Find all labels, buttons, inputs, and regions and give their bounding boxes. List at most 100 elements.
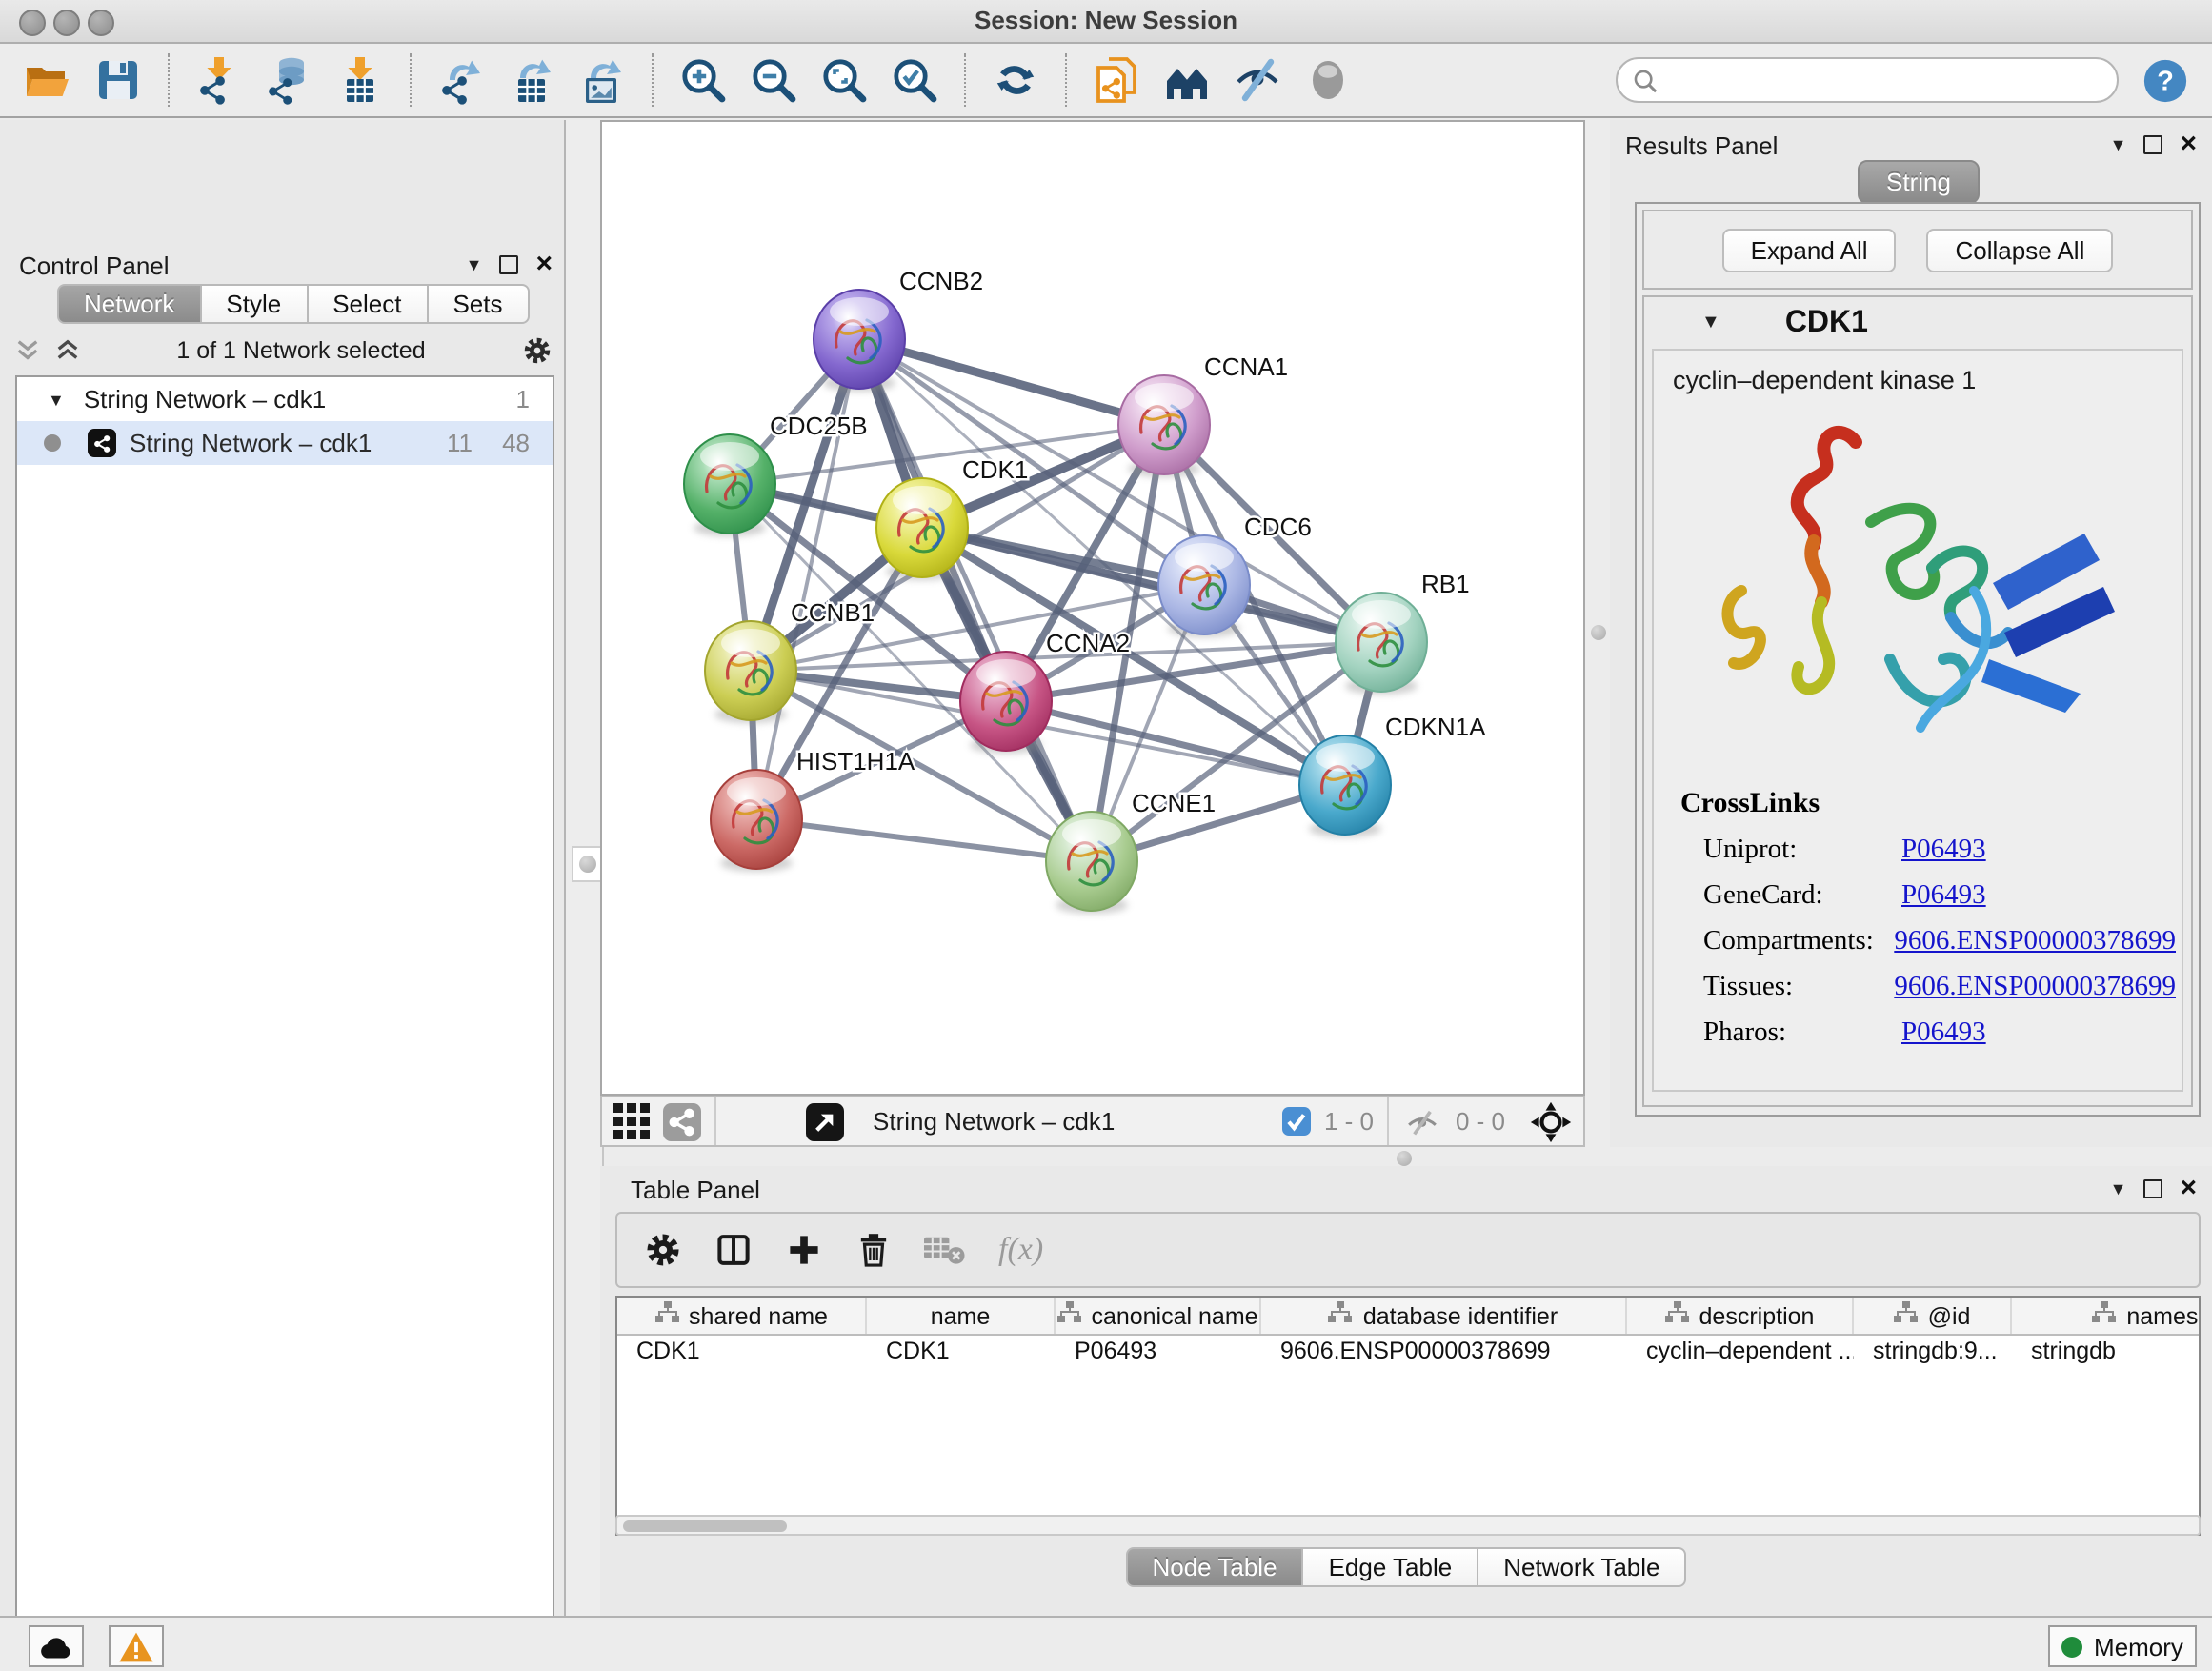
open-session-icon[interactable] bbox=[23, 55, 72, 105]
expand-all-icon[interactable] bbox=[55, 339, 80, 362]
network-node-RB1[interactable] bbox=[1336, 593, 1427, 695]
toggle-column-icon[interactable] bbox=[714, 1231, 753, 1269]
network-row-selected[interactable]: String Network – cdk1 11 48 bbox=[17, 421, 553, 465]
crosslink-genecard-[interactable]: P06493 bbox=[1901, 880, 1986, 913]
table-horizontal-scrollbar[interactable] bbox=[615, 1515, 2201, 1536]
gene-section-header[interactable]: ▼ CDK1 bbox=[1644, 297, 2191, 349]
cell[interactable]: CDK1 bbox=[617, 1336, 867, 1370]
memory-button[interactable]: Memory bbox=[2048, 1625, 2197, 1667]
cell[interactable]: CDK1 bbox=[867, 1336, 1056, 1370]
network-edge[interactable] bbox=[859, 339, 1092, 861]
network-node-CDC6[interactable] bbox=[1158, 535, 1250, 637]
close-panel-icon[interactable]: × bbox=[2180, 1179, 2197, 1198]
export-view-icon[interactable] bbox=[806, 1102, 844, 1140]
save-session-icon[interactable] bbox=[93, 55, 143, 105]
cell[interactable]: stringdb:9... bbox=[1854, 1336, 2012, 1370]
import-network-database-icon[interactable] bbox=[265, 55, 314, 105]
minimize-window-icon[interactable] bbox=[53, 10, 80, 36]
network-view-canvas[interactable]: CCNB2CCNA1CDC25BCDK1CDC6RB1CCNB1CCNA2CDK… bbox=[600, 120, 1585, 1096]
export-table-icon[interactable] bbox=[507, 55, 556, 105]
network-node-CDC25B[interactable] bbox=[684, 434, 775, 536]
close-window-icon[interactable] bbox=[19, 10, 46, 36]
show-details-icon[interactable] bbox=[1303, 55, 1353, 105]
expand-all-button[interactable]: Expand All bbox=[1722, 228, 1897, 272]
close-panel-icon[interactable]: × bbox=[535, 255, 553, 274]
network-node-CCNB1[interactable] bbox=[705, 621, 796, 723]
add-column-icon[interactable] bbox=[785, 1231, 823, 1269]
cell[interactable]: stringdb bbox=[2012, 1336, 2201, 1370]
zoom-in-icon[interactable] bbox=[678, 55, 728, 105]
tab-select[interactable]: Select bbox=[306, 284, 428, 324]
apply-layout-icon[interactable] bbox=[991, 55, 1040, 105]
table-row[interactable]: CDK1CDK1P064939606.ENSP00000378699cyclin… bbox=[617, 1336, 2201, 1370]
import-table-icon[interactable] bbox=[335, 55, 385, 105]
column-header--id[interactable]: @id bbox=[1854, 1298, 2012, 1334]
zoom-selected-icon[interactable] bbox=[890, 55, 939, 105]
column-header-name[interactable]: name bbox=[867, 1298, 1056, 1334]
crosslink-tissues-[interactable]: 9606.ENSP00000378699 bbox=[1894, 972, 2176, 1004]
tab-network[interactable]: Network bbox=[57, 284, 201, 324]
delete-column-icon[interactable] bbox=[855, 1231, 892, 1269]
grid-view-icon[interactable] bbox=[613, 1103, 650, 1139]
network-options-gear-icon[interactable] bbox=[522, 335, 553, 366]
export-image-icon[interactable] bbox=[577, 55, 627, 105]
column-header-namespace[interactable]: namespace bbox=[2012, 1298, 2201, 1334]
zoom-window-icon[interactable] bbox=[88, 10, 114, 36]
cybrowser-icon[interactable] bbox=[1162, 55, 1212, 105]
import-network-file-icon[interactable] bbox=[194, 55, 244, 105]
tab-style[interactable]: Style bbox=[199, 284, 308, 324]
panel-menu-icon[interactable]: ▼ bbox=[2110, 1179, 2127, 1198]
float-panel-icon[interactable] bbox=[499, 255, 518, 274]
cloud-button[interactable] bbox=[29, 1625, 84, 1667]
panel-menu-icon[interactable]: ▼ bbox=[466, 255, 483, 274]
scrollbar-thumb[interactable] bbox=[623, 1520, 787, 1531]
table-settings-icon[interactable] bbox=[644, 1231, 682, 1269]
tab-node-table[interactable]: Node Table bbox=[1125, 1547, 1303, 1587]
network-graph[interactable]: CCNB2CCNA1CDC25BCDK1CDC6RB1CCNB1CCNA2CDK… bbox=[602, 122, 1583, 1094]
search-input[interactable] bbox=[1667, 65, 2101, 95]
section-collapse-icon[interactable]: ▼ bbox=[1701, 312, 1720, 333]
collapse-all-button[interactable]: Collapse All bbox=[1927, 228, 2114, 272]
cell[interactable]: 9606.ENSP00000378699 bbox=[1261, 1336, 1627, 1370]
column-header-description[interactable]: description bbox=[1627, 1298, 1854, 1334]
divider-grip[interactable] bbox=[1589, 617, 1606, 648]
collapse-all-icon[interactable] bbox=[15, 339, 40, 362]
close-panel-icon[interactable]: × bbox=[2180, 135, 2197, 154]
tab-network-table[interactable]: Network Table bbox=[1477, 1547, 1686, 1587]
selected-checkbox-icon[interactable] bbox=[1282, 1107, 1311, 1136]
birdseye-icon[interactable] bbox=[1530, 1100, 1572, 1142]
tab-string[interactable]: String bbox=[1858, 160, 1980, 204]
cell[interactable]: P06493 bbox=[1056, 1336, 1261, 1370]
crosslink-pharos-[interactable]: P06493 bbox=[1901, 1017, 1986, 1050]
column-header-canonical-name[interactable]: canonical name bbox=[1056, 1298, 1261, 1334]
hide-details-icon[interactable] bbox=[1233, 55, 1282, 105]
share-network-icon[interactable] bbox=[663, 1102, 701, 1140]
export-network-icon[interactable] bbox=[436, 55, 486, 105]
network-node-CDKN1A[interactable] bbox=[1299, 735, 1391, 837]
delete-table-icon[interactable] bbox=[924, 1233, 966, 1267]
cell[interactable]: cyclin–dependent ... bbox=[1627, 1336, 1854, 1370]
crosslink-compartments-[interactable]: 9606.ENSP00000378699 bbox=[1894, 926, 2176, 958]
divider-grip[interactable] bbox=[1391, 1151, 1418, 1166]
panel-menu-icon[interactable]: ▼ bbox=[2110, 135, 2127, 154]
column-header-database-identifier[interactable]: database identifier bbox=[1261, 1298, 1627, 1334]
first-neighbors-icon[interactable] bbox=[1092, 55, 1141, 105]
zoom-out-icon[interactable] bbox=[749, 55, 798, 105]
warnings-button[interactable] bbox=[109, 1625, 164, 1667]
function-builder-icon[interactable]: f(x) bbox=[998, 1231, 1043, 1269]
divider-grip[interactable] bbox=[572, 846, 604, 882]
help-icon[interactable]: ? bbox=[2140, 55, 2189, 105]
network-node-HIST1H1A[interactable] bbox=[711, 770, 802, 872]
network-node-CCNE1[interactable] bbox=[1046, 812, 1137, 914]
network-edge[interactable] bbox=[756, 819, 1092, 861]
network-node-CCNA1[interactable] bbox=[1118, 375, 1210, 477]
zoom-fit-icon[interactable] bbox=[819, 55, 869, 105]
crosslink-uniprot-[interactable]: P06493 bbox=[1901, 835, 1986, 867]
float-panel-icon[interactable] bbox=[2143, 1179, 2162, 1198]
float-panel-icon[interactable] bbox=[2143, 135, 2162, 154]
tab-edge-table[interactable]: Edge Table bbox=[1302, 1547, 1479, 1587]
column-header-shared-name[interactable]: shared name bbox=[617, 1298, 867, 1334]
network-collection-row[interactable]: ▼ String Network – cdk1 1 bbox=[17, 377, 553, 421]
tab-sets[interactable]: Sets bbox=[426, 284, 529, 324]
tree-collapse-icon[interactable]: ▼ bbox=[48, 390, 65, 409]
